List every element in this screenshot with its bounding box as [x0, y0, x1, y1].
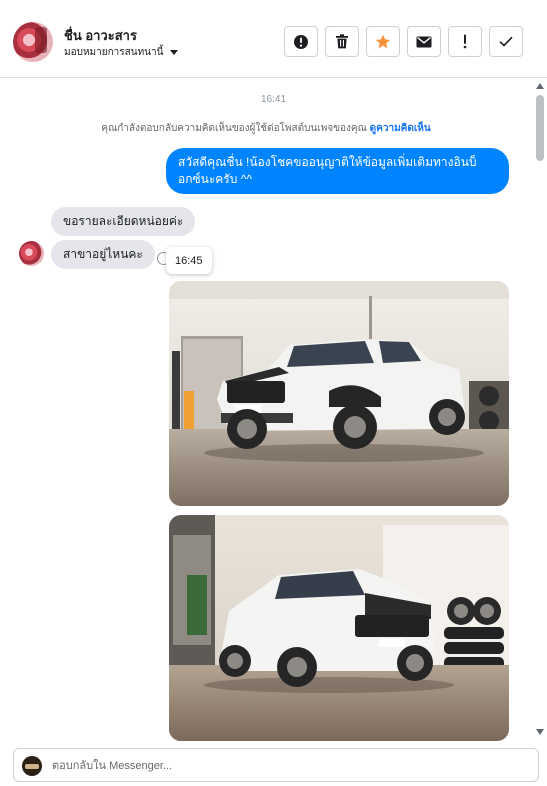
- report-spam-button[interactable]: [284, 26, 318, 57]
- contact-name[interactable]: ชื่น อาวะสาร: [64, 25, 137, 46]
- incoming-message-text: ขอรายละเอียดหน่อยค่ะ: [63, 214, 184, 228]
- photo-attachment[interactable]: [169, 281, 509, 506]
- page-avatar: [22, 756, 42, 776]
- contact-avatar[interactable]: [13, 22, 53, 62]
- assign-conversation-dropdown[interactable]: มอบหมายการสนทนานี้: [64, 45, 179, 60]
- reply-input[interactable]: [52, 756, 522, 776]
- timestamp-tooltip: 16:45: [166, 247, 212, 274]
- delete-button[interactable]: [325, 26, 359, 57]
- exclamation-icon: [463, 34, 467, 49]
- notice-text: คุณกำลังตอบกลับความคิดเห็นของผู้ใช้ต่อโพ…: [101, 123, 367, 134]
- follow-up-button[interactable]: [448, 26, 482, 57]
- trash-icon: [336, 34, 348, 49]
- chevron-down-icon: [170, 50, 179, 55]
- star-icon: [375, 34, 391, 48]
- incoming-message-bubble[interactable]: สาขาอยู่ไหนคะ: [51, 240, 155, 269]
- alert-circle-icon: [294, 34, 308, 49]
- truck-photo-image: [169, 515, 509, 741]
- mark-done-button[interactable]: [489, 26, 523, 57]
- sender-avatar[interactable]: [19, 241, 44, 266]
- photo-attachment[interactable]: [169, 515, 509, 741]
- incoming-message-text: สาขาอยู่ไหนคะ: [63, 247, 143, 261]
- assign-label: มอบหมายการสนทนานี้: [64, 47, 164, 58]
- outgoing-message-bubble[interactable]: สวัสดีคุณชื่น !น้องโชคขออนุญาติให้ข้อมูล…: [166, 148, 509, 194]
- comment-reply-notice: คุณกำลังตอบกลับความคิดเห็นของผู้ใช้ต่อโพ…: [0, 121, 532, 136]
- scrollbar-thumb[interactable]: [536, 95, 544, 161]
- message-thread[interactable]: 16:41 คุณกำลังตอบกลับความคิดเห็นของผู้ใช…: [0, 79, 547, 741]
- action-toolbar: [284, 26, 523, 57]
- star-button[interactable]: [366, 26, 400, 57]
- envelope-icon: [416, 36, 432, 47]
- incoming-message-bubble[interactable]: ขอรายละเอียดหน่อยค่ะ: [51, 207, 196, 236]
- conversation-header: ชื่น อาวะสาร มอบหมายการสนทนานี้: [0, 0, 547, 78]
- scroll-down-arrow-icon[interactable]: [536, 729, 544, 735]
- mark-unread-button[interactable]: [407, 26, 441, 57]
- message-timestamp: 16:41: [260, 94, 287, 105]
- reply-composer: [13, 748, 539, 782]
- view-comment-link[interactable]: ดูความคิดเห็น: [370, 123, 431, 134]
- scroll-up-arrow-icon[interactable]: [536, 83, 544, 89]
- checkmark-icon: [499, 36, 513, 47]
- thread-scrollbar[interactable]: [536, 79, 544, 741]
- truck-photo-image: [169, 281, 509, 506]
